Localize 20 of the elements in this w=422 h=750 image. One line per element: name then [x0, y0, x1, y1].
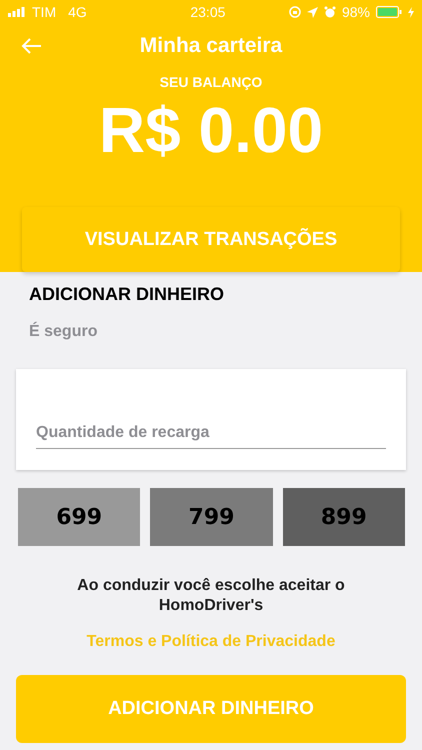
preset-amount-button[interactable]: 699 — [18, 488, 140, 546]
carrier-name: TIM — [32, 4, 56, 20]
alarm-icon — [324, 6, 336, 18]
balance-amount: R$ 0.00 — [98, 98, 324, 162]
clock-time: 23:05 — [190, 4, 226, 20]
preset-amount-button[interactable]: 799 — [150, 488, 273, 546]
battery-percent: 98% — [342, 4, 370, 20]
signal-icon — [8, 7, 26, 17]
section-title: ADICIONAR DINHEIRO — [29, 284, 226, 305]
balance-label: SEU BALANÇO — [160, 74, 262, 90]
battery-icon — [376, 6, 402, 18]
section-subtitle: É seguro — [29, 323, 98, 341]
amount-input[interactable]: Quantidade de recarga — [36, 424, 386, 449]
charging-icon — [408, 6, 414, 18]
location-icon — [306, 6, 318, 18]
consent-text: Ao conduzir você escolhe aceitar o HomoDriver's — [76, 576, 346, 616]
screen-title: Minha carteira — [140, 34, 282, 58]
rotation-lock-icon — [288, 6, 301, 18]
preset-amount-button[interactable]: 899 — [282, 488, 405, 546]
network-type: 4G — [68, 4, 87, 20]
